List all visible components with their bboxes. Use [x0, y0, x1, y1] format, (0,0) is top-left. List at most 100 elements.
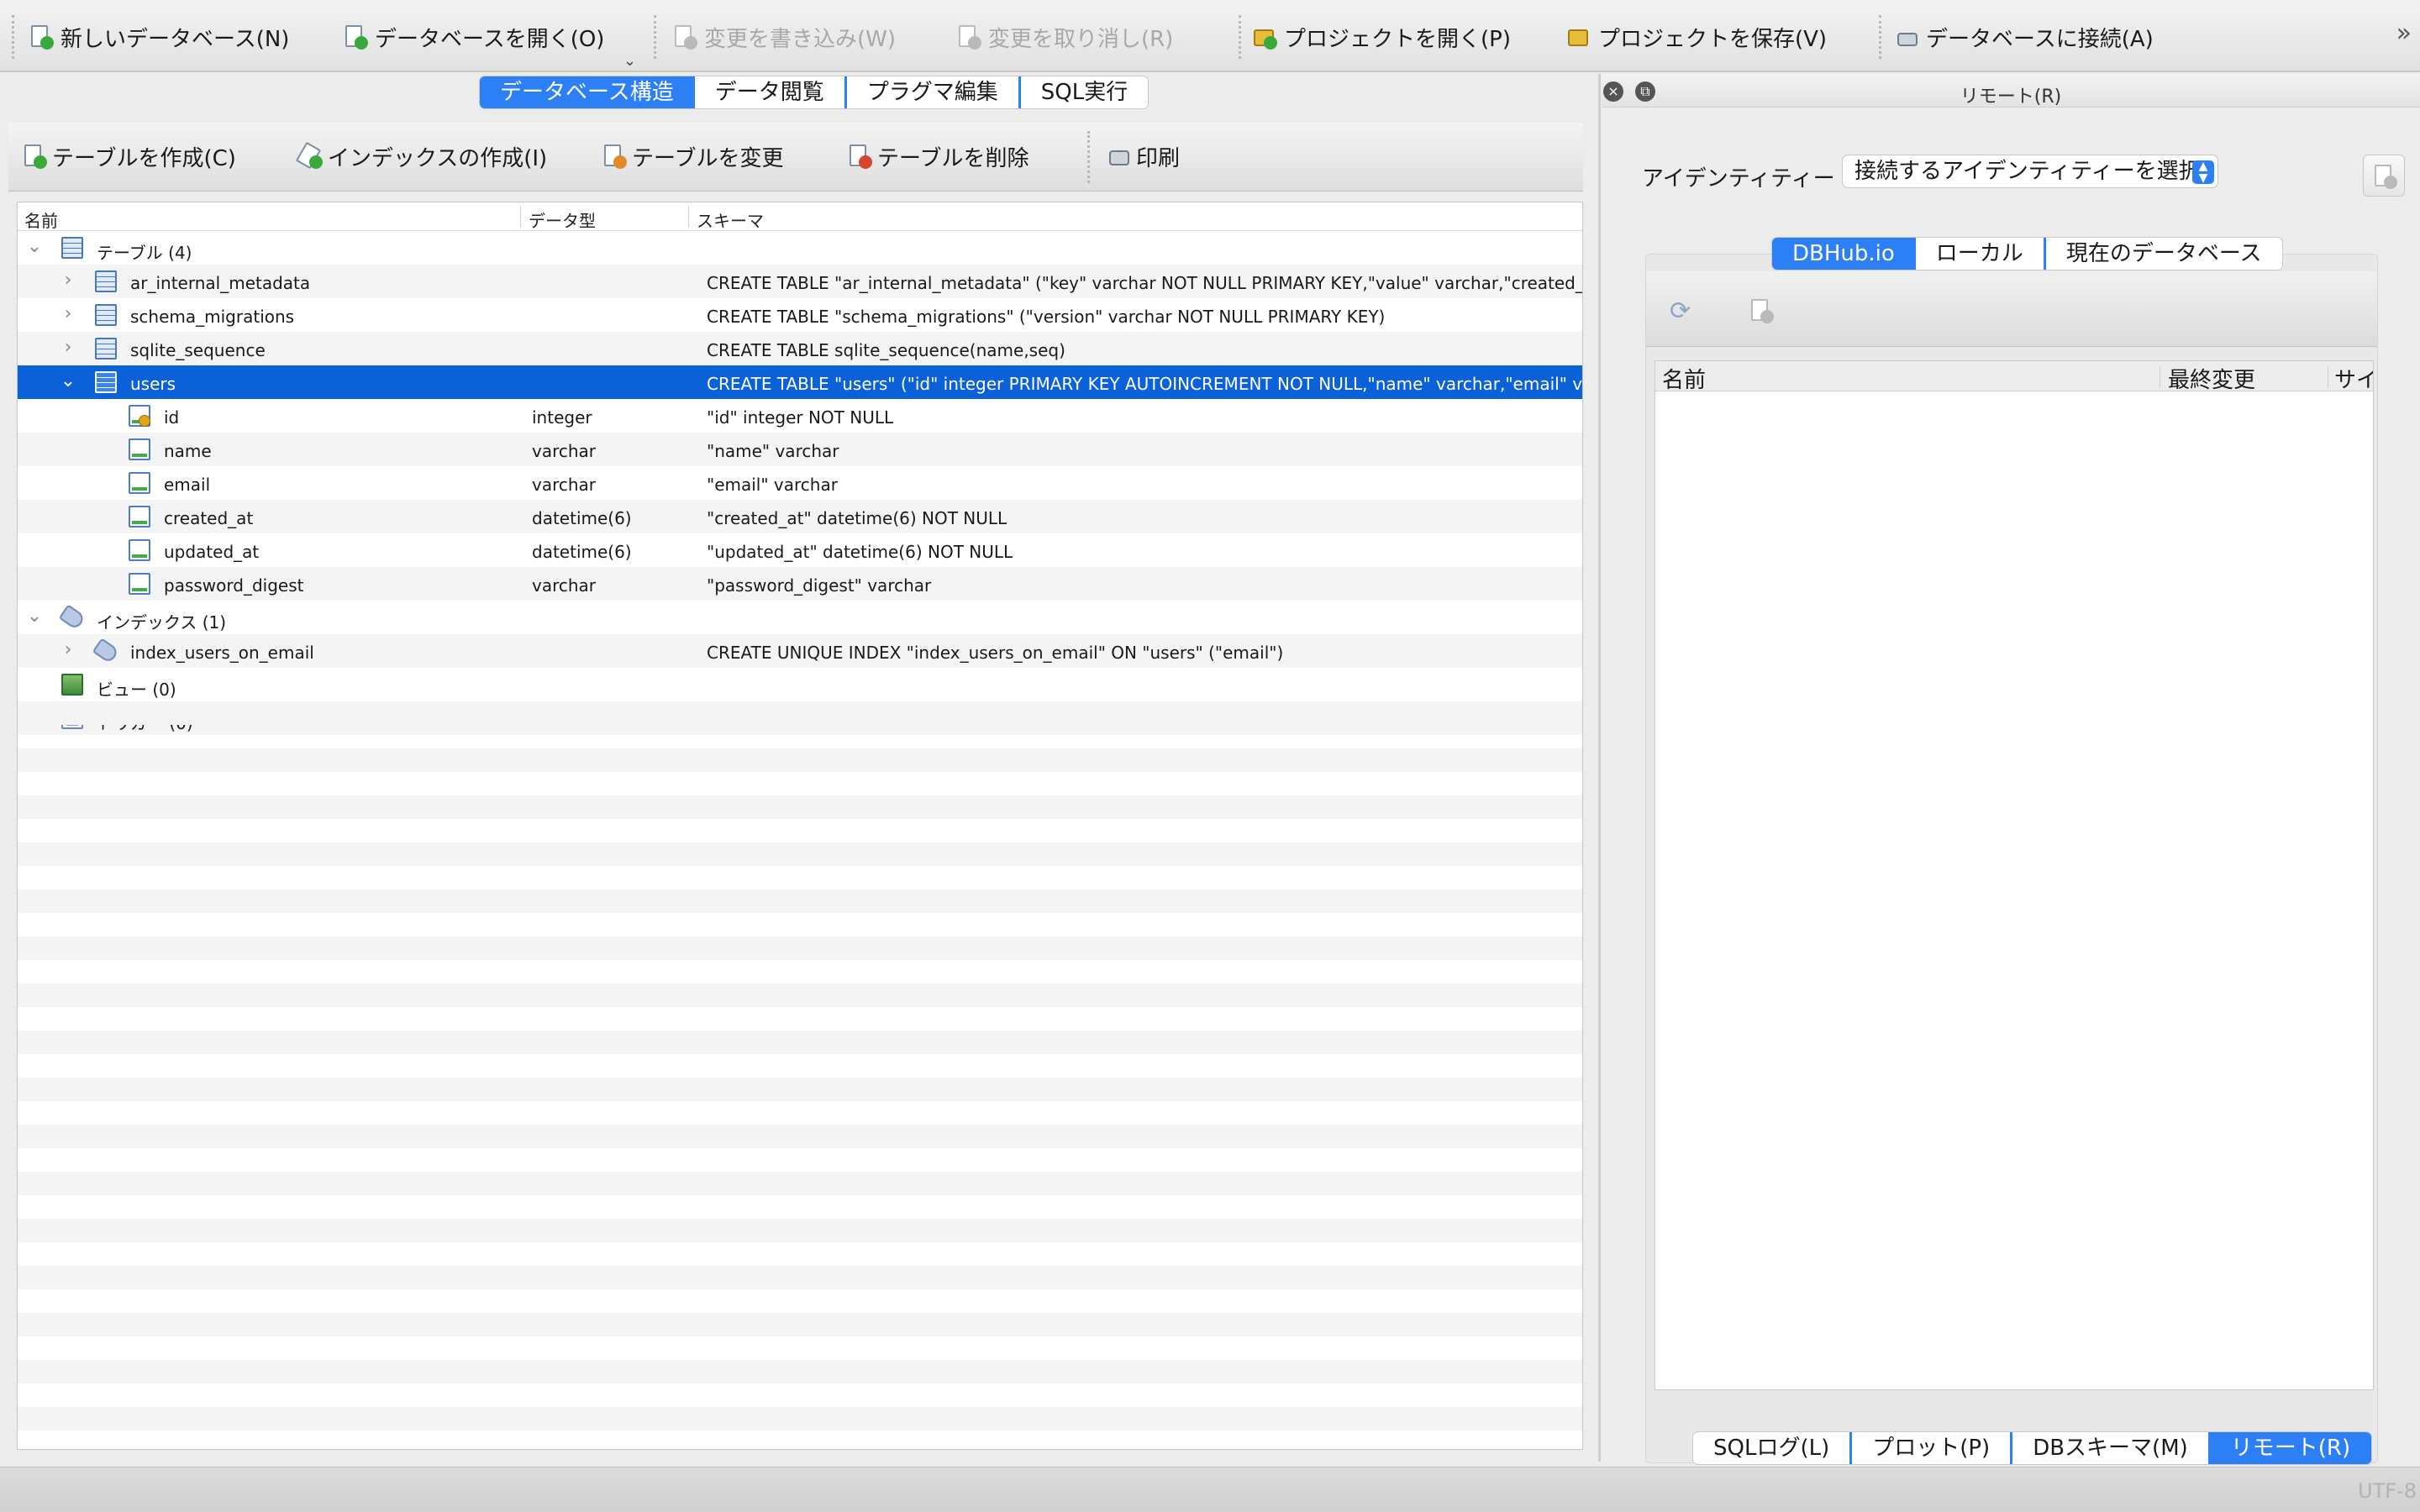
empty-row: [18, 1289, 1582, 1313]
tab-database-structure[interactable]: データベース構造: [480, 76, 695, 108]
view-group-icon: [61, 674, 83, 696]
tree-row-field[interactable]: password_digest varchar "password_digest…: [18, 567, 1582, 601]
tree-row-field[interactable]: updated_at datetime(6) "updated_at" date…: [18, 533, 1582, 567]
revert-changes-button[interactable]: 変更を取り消し(R): [956, 18, 1173, 55]
collapsed-chevron-icon[interactable]: ›: [60, 270, 76, 291]
encoding-indicator: UTF-8: [2358, 1479, 2417, 1503]
collapsed-chevron-icon[interactable]: ›: [60, 337, 76, 358]
index-group-icon: [58, 604, 87, 631]
main-tab-bar: データベース構造 データ閲覧 プラグマ編集 SQL実行: [479, 76, 1150, 109]
tab-dbhub[interactable]: DBHub.io: [1772, 238, 1916, 270]
column-header-modified[interactable]: 最終変更: [2168, 363, 2255, 394]
empty-row: [18, 1101, 1582, 1125]
tree-group-indexes[interactable]: ⌄ インデックス (1): [18, 601, 1582, 634]
expanded-chevron-icon[interactable]: ⌄: [60, 370, 76, 391]
open-project-button[interactable]: プロジェクトを開く(P): [1252, 18, 1511, 55]
column-divider[interactable]: [520, 206, 521, 228]
refresh-icon[interactable]: ⟳: [1670, 297, 1691, 326]
save-project-button[interactable]: プロジェクトを保存(V): [1566, 18, 1827, 55]
table-name: sqlite_sequence: [130, 340, 266, 360]
modify-table-label: テーブルを変更: [632, 145, 784, 171]
open-project-label: プロジェクトを開く(P): [1284, 26, 1511, 52]
tree-row-table[interactable]: › schema_migrations CREATE TABLE "schema…: [18, 298, 1582, 332]
tree-row-index[interactable]: › index_users_on_email CREATE UNIQUE IND…: [18, 634, 1582, 668]
attach-database-icon: [1894, 24, 1919, 50]
delete-table-button[interactable]: テーブルを削除: [847, 139, 1028, 173]
tree-group-tables[interactable]: ⌄ テーブル (4): [18, 231, 1582, 265]
field-type: integer: [532, 407, 592, 428]
create-index-button[interactable]: インデックスの作成(I): [295, 139, 547, 173]
open-database-label: データベースを開く(O): [375, 26, 605, 52]
tree-row-table[interactable]: › ar_internal_metadata CREATE TABLE "ar_…: [18, 265, 1582, 298]
modify-table-button[interactable]: テーブルを変更: [602, 139, 783, 173]
field-icon: [129, 438, 150, 460]
tab-plot[interactable]: プロット(P): [1852, 1432, 2013, 1464]
column-header-name[interactable]: 名前: [24, 207, 58, 232]
column-header-name[interactable]: 名前: [1662, 363, 1706, 394]
tab-edit-pragmas[interactable]: プラグマ編集: [847, 76, 1021, 108]
toolbar-separator: [1879, 15, 1881, 59]
table-group-icon: [61, 237, 83, 259]
dock-tab-bar: SQLログ(L) プロット(P) DBスキーマ(M) リモート(R): [1692, 1431, 2373, 1465]
save-project-icon: [1566, 24, 1591, 50]
write-changes-button[interactable]: 変更を書き込み(W): [672, 18, 896, 55]
tree-row-table[interactable]: › sqlite_sequence CREATE TABLE sqlite_se…: [18, 332, 1582, 365]
revert-changes-icon: [956, 24, 981, 50]
tab-db-schema[interactable]: DBスキーマ(M): [2012, 1432, 2211, 1464]
tab-remote[interactable]: リモート(R): [2210, 1432, 2372, 1464]
remote-list-header: 名前 最終変更 サイ: [1655, 361, 2373, 394]
column-divider[interactable]: [688, 206, 689, 228]
empty-row: [18, 1266, 1582, 1289]
tree-group-views[interactable]: ビュー (0): [18, 668, 1582, 701]
collapsed-chevron-icon[interactable]: ›: [60, 639, 76, 660]
new-database-button[interactable]: 新しいデータベース(N): [29, 18, 289, 55]
attach-database-button[interactable]: データベースに接続(A): [1894, 18, 2154, 55]
index-name: index_users_on_email: [130, 643, 314, 663]
remote-browser: ⟳ 名前 最終変更 サイ DBHub.io ローカル 現在のデータベース: [1645, 237, 2378, 1463]
toolbar-overflow-icon[interactable]: »: [2396, 18, 2412, 48]
tree-row-table-selected[interactable]: ⌄ users CREATE TABLE "users" ("id" integ…: [18, 365, 1582, 399]
remote-file-list[interactable]: 名前 最終変更 サイ: [1655, 360, 2374, 1390]
new-database-label: 新しいデータベース(N): [60, 26, 290, 52]
empty-row: [18, 890, 1582, 913]
tab-local[interactable]: ローカル: [1916, 238, 2046, 270]
tab-execute-sql[interactable]: SQL実行: [1021, 76, 1148, 108]
primary-key-field-icon: [129, 405, 150, 427]
tree-row-field[interactable]: email varchar "email" varchar: [18, 466, 1582, 500]
identity-action-button[interactable]: [2363, 155, 2405, 197]
empty-row: [18, 772, 1582, 795]
field-schema: "updated_at" datetime(6) NOT NULL: [707, 542, 1013, 562]
clone-database-icon[interactable]: [1749, 298, 1774, 323]
pane-splitter[interactable]: [1598, 74, 1601, 1462]
remote-toolbar: ⟳: [1646, 271, 2377, 347]
write-changes-label: 変更を書き込み(W): [704, 26, 896, 52]
expanded-chevron-icon[interactable]: ⌄: [26, 606, 43, 627]
open-database-dropdown-icon[interactable]: ⌄: [623, 52, 636, 70]
tree-group-label: テーブル (4): [97, 243, 192, 263]
field-type: varchar: [532, 575, 597, 596]
tab-browse-data[interactable]: データ閲覧: [695, 76, 847, 108]
column-header-size[interactable]: サイ: [2334, 363, 2373, 394]
tree-row-field[interactable]: id integer "id" integer NOT NULL: [18, 399, 1582, 433]
print-button[interactable]: 印刷: [1106, 139, 1180, 173]
column-header-schema[interactable]: スキーマ: [697, 207, 764, 232]
open-project-icon: [1252, 24, 1277, 50]
schema-tree[interactable]: 名前 データ型 スキーマ ⌄ テーブル (4) › ar_internal_me…: [17, 202, 1583, 1450]
expanded-chevron-icon[interactable]: ⌄: [26, 236, 43, 257]
empty-row: [18, 1336, 1582, 1360]
collapsed-chevron-icon[interactable]: ›: [60, 303, 76, 324]
empty-row: [18, 1007, 1582, 1031]
tree-row-field[interactable]: created_at datetime(6) "created_at" date…: [18, 500, 1582, 533]
empty-row: [18, 843, 1582, 866]
create-index-icon: [295, 141, 323, 170]
column-header-type[interactable]: データ型: [529, 207, 596, 232]
tree-row-field[interactable]: name varchar "name" varchar: [18, 433, 1582, 466]
identity-select[interactable]: 接続するアイデンティティーを選択 ▲ ▼: [1842, 155, 2218, 188]
empty-row: [18, 819, 1582, 843]
toolbar-grip[interactable]: [12, 15, 14, 59]
open-database-button[interactable]: データベースを開く(O): [343, 18, 604, 55]
tab-current-database[interactable]: 現在のデータベース: [2046, 238, 2282, 270]
empty-row: [18, 960, 1582, 984]
tab-sql-log[interactable]: SQLログ(L): [1693, 1432, 1853, 1464]
create-table-button[interactable]: テーブルを作成(C): [22, 139, 236, 173]
